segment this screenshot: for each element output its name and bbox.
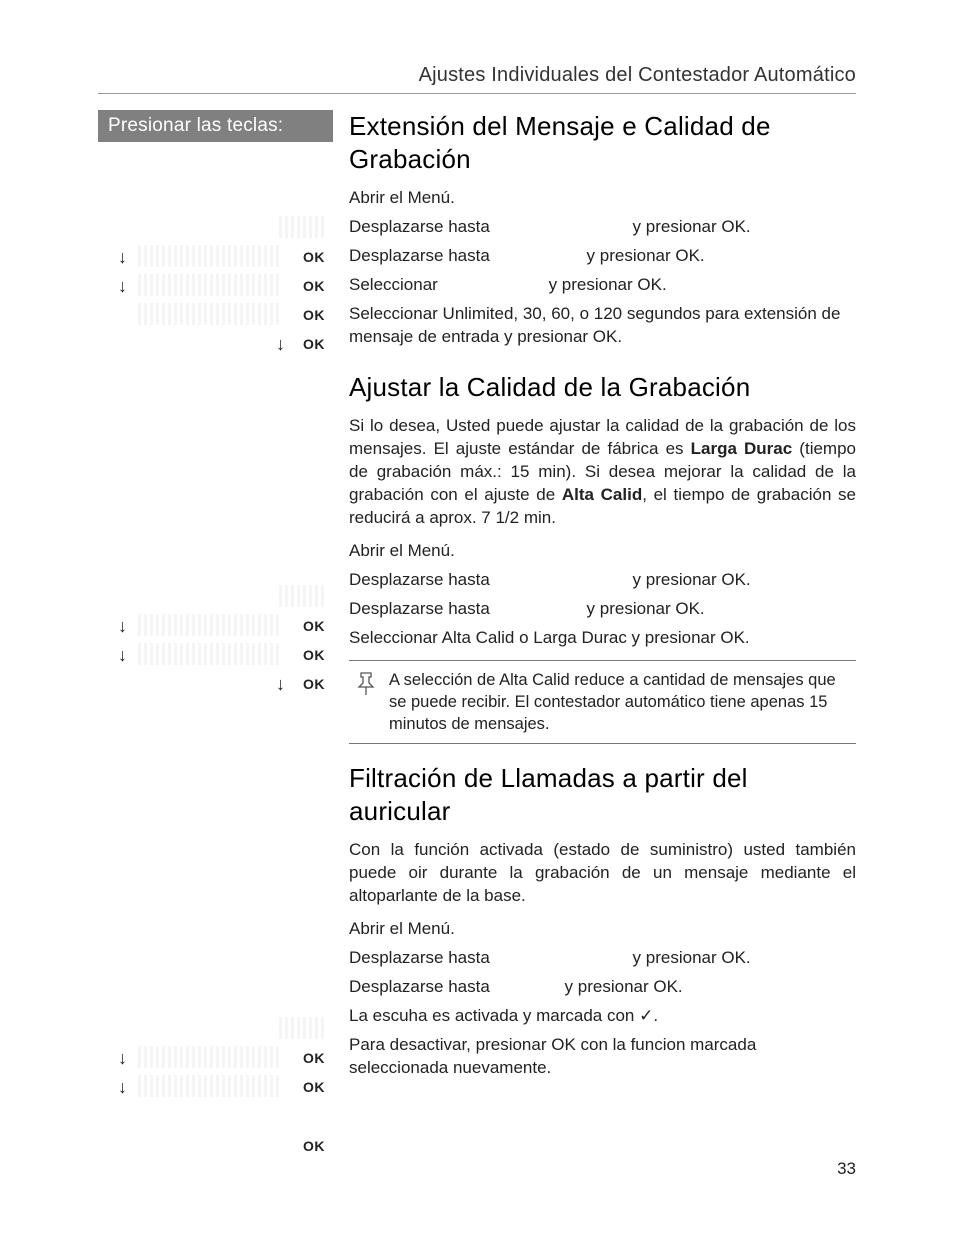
step-text: Abrir el Menú.	[349, 540, 856, 563]
arrow-down-icon: ↓	[118, 645, 127, 666]
keys-column-header: Presionar las teclas:	[98, 110, 333, 142]
two-column-layout: Presionar las teclas: ↓ OK ↓ OK OK ↓	[98, 110, 856, 1163]
softkey-icon	[138, 643, 281, 665]
ok-label: OK	[303, 278, 325, 294]
softkey-icon	[138, 614, 281, 636]
step-text: Desplazarse hasta y presionar OK.	[349, 245, 856, 268]
running-head: Ajustes Individuales del Contestador Aut…	[98, 64, 856, 94]
key-row-menu	[98, 216, 333, 245]
arrow-down-icon: ↓	[118, 276, 127, 297]
pin-icon	[355, 669, 389, 736]
ok-label: OK	[303, 307, 325, 323]
step-text: Seleccionar Alta Calid o Larga Durac y p…	[349, 627, 856, 650]
section-heading-message-length: Extensión del Mensaje e Calidad de Graba…	[349, 110, 856, 175]
spacer	[98, 361, 333, 585]
step-fragment: y presionar OK.	[633, 948, 751, 967]
step-text: La escuha es activada y marcada con ✓.	[349, 1005, 856, 1028]
arrow-down-icon: ↓	[276, 674, 285, 695]
manual-page: Ajustes Individuales del Contestador Aut…	[0, 0, 954, 1203]
ok-label: OK	[303, 249, 325, 265]
content-column: Extensión del Mensaje e Calidad de Graba…	[333, 110, 856, 1086]
softkey-icon	[279, 216, 327, 238]
step-text: Desplazarse hasta y presionar OK.	[349, 976, 856, 999]
step-fragment: y presionar OK.	[633, 570, 751, 589]
key-row-ok-only: OK	[98, 1134, 333, 1163]
step-text: Abrir el Menú.	[349, 918, 856, 941]
step-text: Seleccionar Unlimited, 30, 60, o 120 seg…	[349, 303, 856, 349]
step-text: Seleccionar y presionar OK.	[349, 274, 856, 297]
step-fragment: Desplazarse hasta	[349, 948, 490, 967]
text-bold: Alta Calid	[562, 485, 642, 504]
step-fragment: y presionar OK.	[587, 599, 705, 618]
ok-label: OK	[303, 1138, 325, 1154]
softkey-icon	[138, 1075, 281, 1097]
step-text: Desplazarse hasta y presionar OK.	[349, 947, 856, 970]
spacer	[98, 701, 333, 1017]
key-row-menu	[98, 585, 333, 614]
key-row-down-right-ok: ↓ OK	[98, 332, 333, 361]
section-heading-call-screening: Filtración de Llamadas a partir del auri…	[349, 762, 856, 827]
softkey-icon	[138, 303, 281, 325]
step-fragment: .	[653, 1006, 658, 1025]
step-fragment: Desplazarse hasta	[349, 246, 490, 265]
paragraph-text: Con la función activada (estado de sumin…	[349, 839, 856, 908]
note-text: A selección de Alta Calid reduce a canti…	[389, 669, 850, 736]
spacer	[98, 1104, 333, 1134]
arrow-down-icon: ↓	[118, 1048, 127, 1069]
ok-label: OK	[303, 336, 325, 352]
step-fragment: Desplazarse hasta	[349, 599, 490, 618]
check-icon: ✓	[639, 1006, 653, 1025]
step-fragment: La escuha es activada y marcada con	[349, 1006, 639, 1025]
key-row-down-ok: ↓ OK	[98, 643, 333, 672]
ok-label: OK	[303, 1050, 325, 1066]
ok-label: OK	[303, 618, 325, 634]
pin-icon-svg	[355, 671, 377, 697]
arrow-down-icon: ↓	[276, 334, 285, 355]
softkey-icon	[279, 585, 327, 607]
arrow-down-icon: ↓	[118, 247, 127, 268]
step-text: Desplazarse hasta y presionar OK.	[349, 216, 856, 239]
step-text: Para desactivar, presionar OK con la fun…	[349, 1034, 856, 1080]
step-text: Desplazarse hasta y presionar OK.	[349, 598, 856, 621]
softkey-icon	[279, 1017, 327, 1039]
softkey-icon	[138, 245, 281, 267]
softkey-icon	[138, 274, 281, 296]
key-row-menu	[98, 1017, 333, 1046]
ok-label: OK	[303, 647, 325, 663]
key-row-down-ok: ↓ OK	[98, 1075, 333, 1104]
key-row-down-ok: ↓ OK	[98, 1046, 333, 1075]
text-bold: Larga Durac	[691, 439, 793, 458]
paragraph-text: Si lo desea, Usted puede ajustar la cali…	[349, 415, 856, 530]
ok-label: OK	[303, 676, 325, 692]
page-number: 33	[837, 1159, 856, 1179]
key-row-down-ok: ↓ OK	[98, 274, 333, 303]
step-fragment: y presionar OK.	[549, 275, 667, 294]
key-row-down-ok: ↓ OK	[98, 245, 333, 274]
step-fragment: Seleccionar	[349, 275, 438, 294]
key-row-down-right-ok: ↓ OK	[98, 672, 333, 701]
keys-column: Presionar las teclas: ↓ OK ↓ OK OK ↓	[98, 110, 333, 1163]
arrow-down-icon: ↓	[118, 1077, 127, 1098]
step-fragment: y presionar OK.	[587, 246, 705, 265]
key-row-down-ok: ↓ OK	[98, 614, 333, 643]
ok-label: OK	[303, 1079, 325, 1095]
section-heading-recording-quality: Ajustar la Calidad de la Grabación	[349, 371, 856, 404]
note-box: A selección de Alta Calid reduce a canti…	[349, 660, 856, 745]
softkey-icon	[138, 1046, 281, 1068]
step-fragment: Desplazarse hasta	[349, 977, 490, 996]
key-row-ok: OK	[98, 303, 333, 332]
step-fragment: y presionar OK.	[565, 977, 683, 996]
arrow-down-icon: ↓	[118, 616, 127, 637]
step-text: Abrir el Menú.	[349, 187, 856, 210]
step-fragment: Desplazarse hasta	[349, 570, 490, 589]
step-fragment: Desplazarse hasta	[349, 217, 490, 236]
step-text: Desplazarse hasta y presionar OK.	[349, 569, 856, 592]
step-fragment: y presionar OK.	[633, 217, 751, 236]
spacer	[98, 142, 333, 216]
